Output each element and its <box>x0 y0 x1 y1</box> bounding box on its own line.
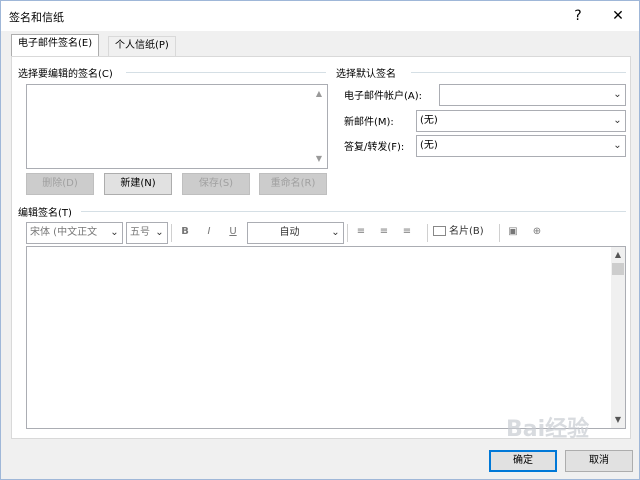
chevron-down-icon: ⌄ <box>613 115 622 126</box>
font-size-value: 五号 <box>130 227 150 238</box>
edit-signature-label: 编辑签名(T) <box>18 204 76 219</box>
new-messages-select[interactable]: (无) ⌄ <box>416 110 626 132</box>
delete-button[interactable]: 删除(D) <box>26 173 94 195</box>
signature-editor[interactable]: ▲ ▼ <box>26 246 626 429</box>
ok-button[interactable]: 确定 <box>489 450 557 472</box>
italic-button[interactable]: I <box>201 222 217 242</box>
chevron-down-icon: ⌄ <box>613 140 622 151</box>
close-button[interactable]: ✕ <box>601 1 635 31</box>
hyperlink-icon[interactable]: ⊕ <box>529 222 545 242</box>
divider <box>171 224 172 242</box>
email-account-label: 电子邮件帐户(A): <box>344 91 423 102</box>
business-card-label: 名片(B) <box>449 226 484 237</box>
new-messages-label: 新邮件(M): <box>344 117 394 128</box>
replies-label: 答复/转发(F): <box>344 142 405 153</box>
scroll-down-icon[interactable]: ▼ <box>612 414 624 426</box>
align-right-icon[interactable]: ≡ <box>399 222 415 242</box>
business-card-icon <box>433 226 446 236</box>
chevron-down-icon: ⌄ <box>155 227 164 238</box>
scroll-down-icon[interactable]: ▼ <box>313 153 325 165</box>
cancel-button[interactable]: 取消 <box>565 450 633 472</box>
default-signature-label: 选择默认签名 <box>336 65 400 80</box>
help-button[interactable]: ? <box>561 1 595 31</box>
chevron-down-icon: ⌄ <box>613 89 622 100</box>
signatures-dialog: 签名和信纸 ? ✕ 电子邮件签名(E) 个人信纸(P) 选择要编辑的签名(C) … <box>0 0 640 480</box>
scroll-up-icon[interactable]: ▲ <box>313 88 325 100</box>
font-size-select[interactable]: 五号 ⌄ <box>126 222 168 244</box>
font-select[interactable]: 宋体 (中文正文 ⌄ <box>26 222 123 244</box>
divider <box>499 224 500 242</box>
vertical-scrollbar[interactable]: ▲ ▼ <box>611 247 625 428</box>
divider <box>347 224 348 242</box>
font-color-value: 自动 <box>279 227 300 238</box>
new-button[interactable]: 新建(N) <box>104 173 172 195</box>
title-bar: 签名和信纸 ? ✕ <box>1 1 639 31</box>
divider <box>81 211 626 212</box>
tab-personal-stationery[interactable]: 个人信纸(P) <box>108 36 176 56</box>
tab-email-signature[interactable]: 电子邮件签名(E) <box>11 34 100 57</box>
font-color-select[interactable]: 自动 ⌄ <box>247 222 344 244</box>
window-title: 签名和信纸 <box>9 11 64 24</box>
chevron-down-icon: ⌄ <box>110 227 119 238</box>
save-button[interactable]: 保存(S) <box>182 173 250 195</box>
business-card-button[interactable]: 名片(B) <box>433 222 493 242</box>
bold-button[interactable]: B <box>177 222 193 242</box>
new-messages-value: (无) <box>420 115 438 126</box>
underline-button[interactable]: U <box>225 222 241 242</box>
email-account-select[interactable]: ⌄ <box>439 84 626 106</box>
divider <box>411 72 626 73</box>
scroll-up-icon[interactable]: ▲ <box>612 249 624 261</box>
font-value: 宋体 (中文正文 <box>30 227 98 238</box>
select-signature-label: 选择要编辑的签名(C) <box>18 65 117 80</box>
divider <box>427 224 428 242</box>
replies-select[interactable]: (无) ⌄ <box>416 135 626 157</box>
insert-picture-icon[interactable]: ▣ <box>505 222 521 242</box>
chevron-down-icon: ⌄ <box>331 227 340 238</box>
scroll-thumb[interactable] <box>612 263 624 275</box>
rename-button[interactable]: 重命名(R) <box>259 173 327 195</box>
align-center-icon[interactable]: ≡ <box>376 222 392 242</box>
replies-value: (无) <box>420 140 438 151</box>
align-left-icon[interactable]: ≡ <box>353 222 369 242</box>
watermark: Bai经验 <box>506 417 590 442</box>
signature-list[interactable]: ▲ ▼ <box>26 84 328 169</box>
divider <box>126 72 326 73</box>
